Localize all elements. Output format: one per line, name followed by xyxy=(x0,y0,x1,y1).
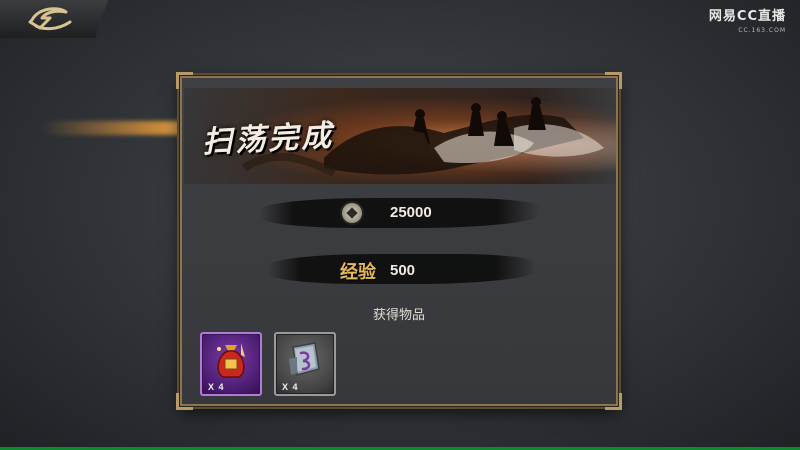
frame-corner xyxy=(605,393,622,410)
item-quantity: X 4 xyxy=(282,382,299,392)
frame-corner xyxy=(605,72,622,89)
exp-label: 经验 xyxy=(340,262,376,283)
back-button[interactable] xyxy=(0,0,108,38)
watermark-brand: 网易CC直播 xyxy=(708,9,786,24)
coin-icon xyxy=(342,203,362,223)
exp-reward-value: 500 xyxy=(390,262,416,279)
obtained-items-heading: 获得物品 xyxy=(372,308,425,323)
gold-reward-value: 25000 xyxy=(390,204,432,221)
item-slot-scroll-fragment[interactable]: X 4 xyxy=(274,332,336,396)
lucky-bag-icon xyxy=(217,343,245,378)
item-quantity: X 4 xyxy=(208,382,225,392)
watermark-logo: 网易CC直播 CC.163.COM xyxy=(709,10,786,38)
frame-corner xyxy=(176,72,193,89)
sweep-result-panel: 扫荡完成 25000 经验 500 获得物品 X 4 X 4 xyxy=(176,72,622,410)
scroll-fragment-icon xyxy=(289,342,320,376)
watermark-sub: CC.163.COM xyxy=(738,27,786,34)
item-slot-lucky-bag[interactable]: X 4 xyxy=(200,332,262,396)
frame-corner xyxy=(176,393,193,410)
battle-banner: 扫荡完成 xyxy=(184,88,616,184)
back-arrow-icon xyxy=(28,7,72,31)
sweep-complete-title: 扫荡完成 xyxy=(201,118,336,161)
